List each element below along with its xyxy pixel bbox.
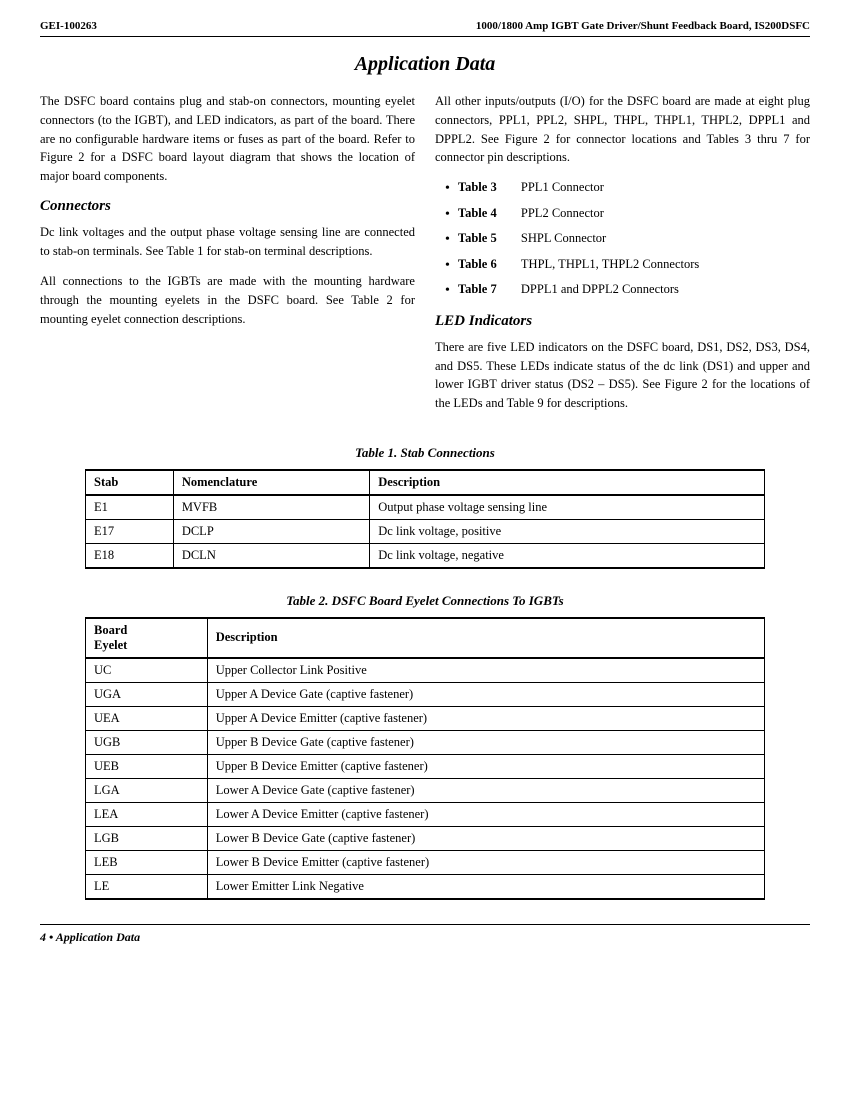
right-column: All other inputs/outputs (I/O) for the D… [435, 92, 810, 425]
table2-cell-1: Upper B Device Gate (captive fastener) [207, 730, 764, 754]
led-text: There are five LED indicators on the DSF… [435, 338, 810, 413]
table1-cell-0: E1 [86, 495, 174, 520]
table-row: UGBUpper B Device Gate (captive fastener… [86, 730, 765, 754]
table1-cell-1: MVFB [173, 495, 369, 520]
table1-header-nomenclature: Nomenclature [173, 470, 369, 495]
table2-cell-1: Upper B Device Emitter (captive fastener… [207, 754, 764, 778]
table2-cell-0: UEB [86, 754, 208, 778]
right-intro: All other inputs/outputs (I/O) for the D… [435, 92, 810, 167]
table2-cell-0: LE [86, 874, 208, 899]
table-row: UEAUpper A Device Emitter (captive faste… [86, 706, 765, 730]
table-row: LGALower A Device Gate (captive fastener… [86, 778, 765, 802]
page-footer: 4 • Application Data [40, 924, 810, 945]
table2-cell-0: LEA [86, 802, 208, 826]
table1-cell-0: E18 [86, 543, 174, 568]
table1-container: Table 1. Stab Connections Stab Nomenclat… [85, 445, 765, 569]
bullet-text: THPL, THPL1, THPL2 Connectors [521, 256, 699, 276]
table2-cell-1: Lower Emitter Link Negative [207, 874, 764, 899]
table1-cell-2: Dc link voltage, negative [370, 543, 765, 568]
table2-cell-0: UEA [86, 706, 208, 730]
table2-cell-1: Upper A Device Emitter (captive fastener… [207, 706, 764, 730]
bullet-text: PPL1 Connector [521, 179, 604, 199]
bullet-label: Table 3 [458, 179, 513, 199]
table-row: UGAUpper A Device Gate (captive fastener… [86, 682, 765, 706]
bullet-item: Table 7 DPPL1 and DPPL2 Connectors [445, 281, 810, 301]
table-row: E1MVFBOutput phase voltage sensing line [86, 495, 765, 520]
bullet-label: Table 7 [458, 281, 513, 301]
page-title: Application Data [40, 53, 810, 76]
table1-header-stab: Stab [86, 470, 174, 495]
page-header: GEI-100263 1000/1800 Amp IGBT Gate Drive… [40, 20, 810, 37]
table-row: LEBLower B Device Emitter (captive faste… [86, 850, 765, 874]
table-row: LGBLower B Device Gate (captive fastener… [86, 826, 765, 850]
table2-cell-1: Lower B Device Emitter (captive fastener… [207, 850, 764, 874]
intro-paragraph: The DSFC board contains plug and stab-on… [40, 92, 415, 186]
table1-cell-2: Output phase voltage sensing line [370, 495, 765, 520]
bullet-item: Table 5 SHPL Connector [445, 230, 810, 250]
main-content: The DSFC board contains plug and stab-on… [40, 92, 810, 425]
table2-cell-1: Lower B Device Gate (captive fastener) [207, 826, 764, 850]
table2: Board Eyelet Description UCUpper Collect… [85, 617, 765, 900]
table-row: E17DCLPDc link voltage, positive [86, 519, 765, 543]
footer-text: 4 • Application Data [40, 930, 140, 944]
table2-container: Table 2. DSFC Board Eyelet Connections T… [85, 593, 765, 900]
bullet-item: Table 3 PPL1 Connector [445, 179, 810, 199]
bullet-item: Table 6 THPL, THPL1, THPL2 Connectors [445, 256, 810, 276]
table2-title: Table 2. DSFC Board Eyelet Connections T… [85, 593, 765, 609]
table2-cell-0: LGB [86, 826, 208, 850]
table2-cell-0: UGA [86, 682, 208, 706]
table2-cell-1: Upper A Device Gate (captive fastener) [207, 682, 764, 706]
table-row: UEBUpper B Device Emitter (captive faste… [86, 754, 765, 778]
table-row: LELower Emitter Link Negative [86, 874, 765, 899]
bullet-text: DPPL1 and DPPL2 Connectors [521, 281, 679, 301]
table1-header-description: Description [370, 470, 765, 495]
table1-cell-0: E17 [86, 519, 174, 543]
bullet-text: PPL2 Connector [521, 205, 604, 225]
bullet-label: Table 4 [458, 205, 513, 225]
bullet-item: Table 4 PPL2 Connector [445, 205, 810, 225]
connectors-heading: Connectors [40, 198, 415, 215]
header-doc-number: GEI-100263 [40, 20, 97, 32]
connector-table-list: Table 3 PPL1 Connector Table 4 PPL2 Connect… [435, 179, 810, 301]
table-row: E18DCLNDc link voltage, negative [86, 543, 765, 568]
table2-cell-0: UC [86, 658, 208, 683]
led-heading: LED Indicators [435, 313, 810, 330]
table2-header-eyelet: Board Eyelet [86, 618, 208, 658]
table2-cell-0: UGB [86, 730, 208, 754]
table1-cell-1: DCLP [173, 519, 369, 543]
table1: Stab Nomenclature Description E1MVFBOutp… [85, 469, 765, 569]
table1-cell-1: DCLN [173, 543, 369, 568]
connectors-para1: Dc link voltages and the output phase vo… [40, 223, 415, 261]
table1-title: Table 1. Stab Connections [85, 445, 765, 461]
table2-header-description: Description [207, 618, 764, 658]
bullet-label: Table 6 [458, 256, 513, 276]
table2-cell-0: LGA [86, 778, 208, 802]
table-row: LEALower A Device Emitter (captive faste… [86, 802, 765, 826]
table-row: UCUpper Collector Link Positive [86, 658, 765, 683]
table2-cell-0: LEB [86, 850, 208, 874]
table2-cell-1: Upper Collector Link Positive [207, 658, 764, 683]
table1-cell-2: Dc link voltage, positive [370, 519, 765, 543]
left-column: The DSFC board contains plug and stab-on… [40, 92, 415, 425]
header-title: 1000/1800 Amp IGBT Gate Driver/Shunt Fee… [476, 20, 810, 32]
connectors-para2: All connections to the IGBTs are made wi… [40, 272, 415, 328]
bullet-text: SHPL Connector [521, 230, 606, 250]
table2-cell-1: Lower A Device Emitter (captive fastener… [207, 802, 764, 826]
table2-cell-1: Lower A Device Gate (captive fastener) [207, 778, 764, 802]
bullet-label: Table 5 [458, 230, 513, 250]
